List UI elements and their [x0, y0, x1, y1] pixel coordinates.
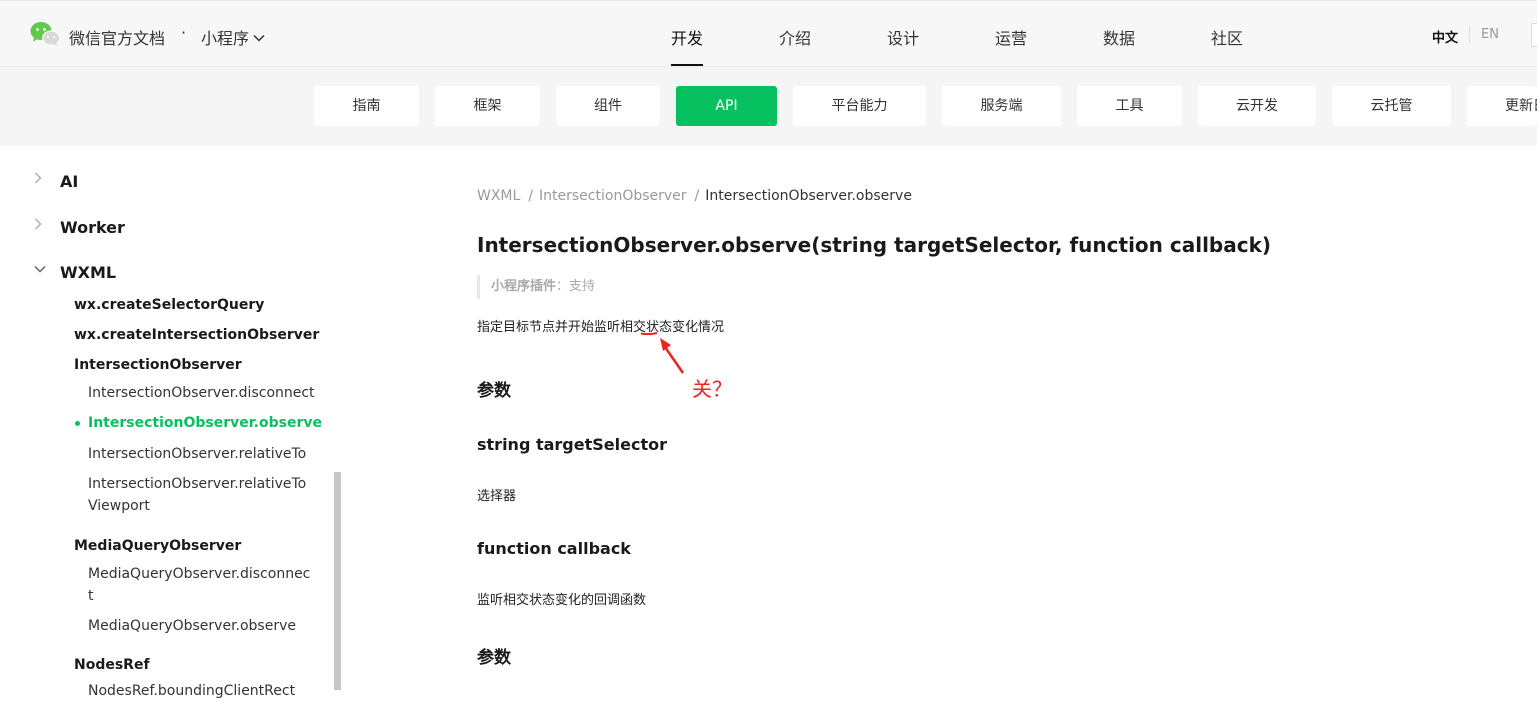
- tab-platform[interactable]: 平台能力: [793, 86, 926, 126]
- breadcrumb-intersectionobserver[interactable]: IntersectionObserver: [539, 188, 687, 204]
- section-heading-params: 参数: [477, 381, 511, 401]
- lang-en-link[interactable]: EN: [1481, 27, 1499, 42]
- sidebar-item-io-disconnect[interactable]: IntersectionObserver.disconnect: [88, 382, 315, 404]
- breadcrumb-separator: /: [528, 188, 534, 204]
- page-title: IntersectionObserver.observe(string targ…: [477, 233, 1272, 257]
- sidebar-scrollbar[interactable]: [334, 472, 341, 690]
- tab-cloud-hosting[interactable]: 云托管: [1332, 86, 1451, 126]
- nav-intro[interactable]: 介绍: [779, 25, 811, 49]
- sidebar-item-worker[interactable]: Worker: [35, 218, 125, 237]
- breadcrumb-current: IntersectionObserver.observe: [705, 188, 912, 204]
- sub-nav: 指南 框架 组件 API 平台能力 服务端 工具 云开发 云托管 更新日志: [0, 67, 1537, 146]
- param-desc-callback: 监听相交状态变化的回调函数: [477, 593, 647, 608]
- tab-components[interactable]: 组件: [556, 86, 660, 126]
- sidebar-item-mqo-observe[interactable]: MediaQueryObserver.observe: [88, 615, 296, 637]
- param-heading-targetselector: string targetSelector: [477, 435, 667, 454]
- tab-cloud-dev[interactable]: 云开发: [1198, 86, 1316, 126]
- section-dropdown[interactable]: 小程序: [201, 25, 265, 49]
- chevron-down-icon: [34, 263, 46, 279]
- search-input[interactable]: [1531, 23, 1537, 47]
- site-title[interactable]: 微信官方文档: [69, 25, 165, 49]
- sidebar-item-ai[interactable]: AI: [35, 172, 79, 191]
- tab-guide[interactable]: 指南: [314, 86, 419, 126]
- sidebar-item-io-relativetoviewport[interactable]: IntersectionObserver.relativeTo Viewport: [88, 473, 306, 517]
- sidebar-label-line2: Viewport: [88, 498, 150, 514]
- nav-data[interactable]: 数据: [1103, 25, 1135, 49]
- nav-operation[interactable]: 运营: [995, 25, 1027, 49]
- sidebar-label-wxml: WXML: [60, 263, 117, 282]
- chevron-down-icon: [253, 27, 265, 46]
- annotation-underline: [640, 332, 658, 336]
- breadcrumb-separator: /: [694, 188, 700, 204]
- sidebar-item-intersectionobserver[interactable]: IntersectionObserver: [74, 357, 242, 373]
- wechat-logo-icon[interactable]: [30, 21, 60, 47]
- annotation-arrow-icon: [660, 338, 685, 374]
- sidebar-label-line1: MediaQueryObserver.disconnec: [88, 566, 311, 582]
- title-separator-dot: ·: [181, 23, 187, 42]
- tab-tools[interactable]: 工具: [1077, 86, 1182, 126]
- sidebar-label-line1: IntersectionObserver.relativeTo: [88, 476, 307, 492]
- top-header: 微信官方文档 · 小程序 开发 介绍 设计 运营 数据 社区 中文 EN: [0, 0, 1537, 67]
- tab-changelog[interactable]: 更新日志: [1467, 86, 1537, 126]
- sidebar-item-createintersectionobserver[interactable]: wx.createIntersectionObserver: [74, 327, 319, 343]
- tab-api[interactable]: API: [676, 86, 777, 126]
- sidebar-item-nodesref-boundingclientrect[interactable]: NodesRef.boundingClientRect: [88, 680, 295, 702]
- param-desc-targetselector: 选择器: [477, 489, 517, 504]
- plugin-support-note: 小程序插件：支持: [477, 275, 595, 299]
- breadcrumb-wxml[interactable]: WXML: [477, 188, 520, 204]
- sidebar-label-line2: t: [88, 588, 94, 604]
- breadcrumb: WXML / IntersectionObserver / IntersectionOb…: [477, 188, 912, 204]
- section-label: 小程序: [201, 29, 250, 48]
- active-nav-indicator: [671, 64, 703, 66]
- sidebar-item-wxml[interactable]: WXML: [34, 263, 117, 282]
- sidebar-item-mediaqueryobserver[interactable]: MediaQueryObserver: [74, 538, 241, 554]
- sidebar-item-createselectorquery[interactable]: wx.createSelectorQuery: [74, 297, 264, 313]
- support-value: ：支持: [556, 279, 596, 294]
- chevron-right-icon: [34, 172, 42, 188]
- sidebar-item-io-relativeto[interactable]: IntersectionObserver.relativeTo: [88, 443, 306, 465]
- nav-develop[interactable]: 开发: [671, 25, 703, 49]
- sidebar-label-worker: Worker: [60, 218, 125, 237]
- sidebar-item-io-observe[interactable]: IntersectionObserver.observe: [88, 412, 322, 434]
- section-heading-params-2: 参数: [477, 648, 511, 668]
- active-item-dot: [75, 421, 80, 426]
- chevron-right-icon: [34, 218, 42, 234]
- lang-zh-link[interactable]: 中文: [1432, 27, 1458, 46]
- sidebar-item-nodesref[interactable]: NodesRef: [74, 657, 150, 673]
- sidebar-label-ai: AI: [60, 172, 79, 191]
- lang-divider: [1469, 25, 1470, 43]
- param-heading-callback: function callback: [477, 539, 631, 558]
- nav-design[interactable]: 设计: [887, 25, 919, 49]
- nav-community[interactable]: 社区: [1211, 25, 1243, 49]
- sidebar-item-mqo-disconnect[interactable]: MediaQueryObserver.disconnec t: [88, 563, 310, 607]
- tab-framework[interactable]: 框架: [435, 86, 540, 126]
- tab-server[interactable]: 服务端: [942, 86, 1061, 126]
- support-label: 小程序插件: [491, 279, 557, 294]
- annotation-text: 关？: [692, 377, 732, 401]
